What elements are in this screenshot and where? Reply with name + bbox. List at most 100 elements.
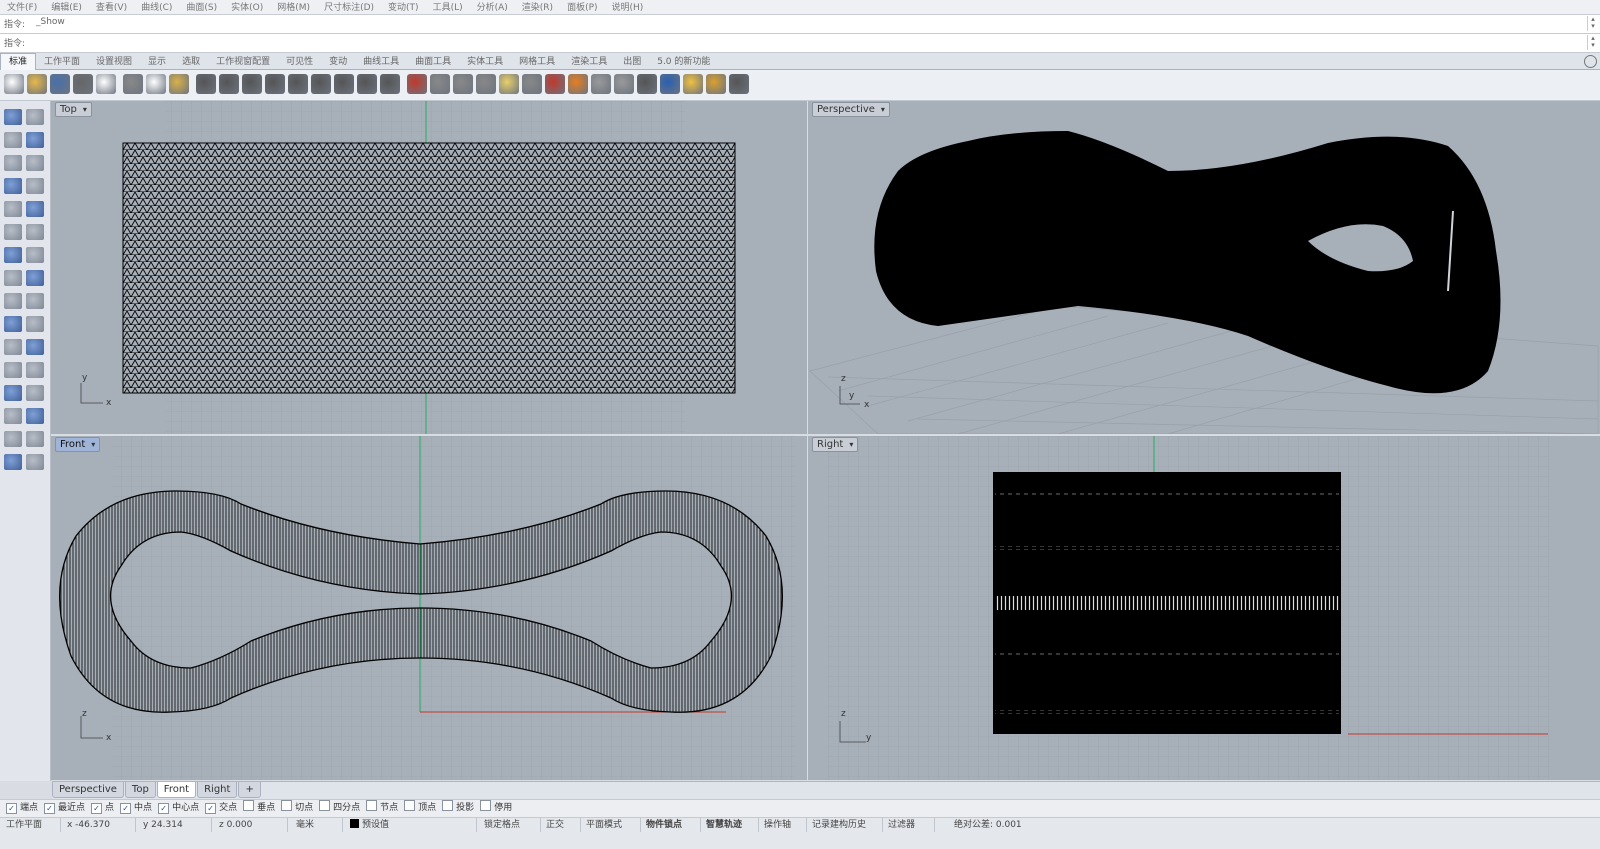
mesh-icon[interactable] bbox=[4, 385, 22, 401]
menu-item-10[interactable]: 分析(A) bbox=[470, 1, 515, 15]
zoom-selected-icon[interactable] bbox=[334, 74, 354, 94]
viewport-perspective[interactable]: Perspective ▾ z y x bbox=[808, 101, 1600, 434]
osnap-item[interactable]: 投影 bbox=[442, 800, 474, 817]
viewport-title-right[interactable]: Right ▾ bbox=[812, 437, 859, 452]
polyline-icon[interactable] bbox=[4, 132, 22, 148]
units-label[interactable]: 毫米 bbox=[290, 818, 343, 832]
arc-icon[interactable] bbox=[4, 178, 22, 194]
rotate-icon[interactable] bbox=[4, 339, 22, 355]
pan-hand-icon[interactable] bbox=[219, 74, 239, 94]
status-toggle[interactable]: 锁定格点 bbox=[478, 818, 541, 832]
chevron-down-icon[interactable]: ▾ bbox=[849, 438, 853, 451]
import-icon[interactable] bbox=[96, 74, 116, 94]
toolbar-settings-icon[interactable] bbox=[1584, 55, 1597, 68]
viewport-title-perspective[interactable]: Perspective ▾ bbox=[812, 102, 890, 117]
group-icon[interactable] bbox=[4, 316, 22, 332]
select-icon[interactable] bbox=[4, 109, 22, 125]
scale-icon[interactable] bbox=[26, 339, 44, 355]
menu-item-6[interactable]: 网格(M) bbox=[270, 1, 317, 15]
osnap-checkbox[interactable] bbox=[442, 800, 454, 811]
command-scroll-button[interactable]: ▴ ▾ bbox=[1587, 35, 1598, 50]
viewport-top[interactable]: Top ▾ y x bbox=[51, 101, 807, 434]
menu-item-4[interactable]: 曲面(S) bbox=[179, 1, 224, 15]
gear-icon[interactable] bbox=[683, 74, 703, 94]
cut-icon[interactable] bbox=[123, 74, 143, 94]
osnap-item[interactable]: ✓ 中心点 bbox=[158, 800, 199, 817]
toolbar-tab-14[interactable]: 5.0 的新功能 bbox=[649, 54, 718, 70]
viewport-tab-right[interactable]: Right bbox=[197, 782, 238, 798]
viewport-title-front[interactable]: Front ▾ bbox=[55, 437, 101, 452]
osnap-checkbox[interactable]: ✓ bbox=[205, 803, 217, 814]
osnap-checkbox[interactable] bbox=[243, 800, 255, 811]
chevron-down-icon[interactable]: ▾ bbox=[881, 103, 885, 116]
render-icon[interactable] bbox=[4, 454, 22, 470]
menu-item-11[interactable]: 渲染(R) bbox=[515, 1, 560, 15]
menu-item-8[interactable]: 变动(T) bbox=[381, 1, 426, 15]
osnap-checkbox[interactable]: ✓ bbox=[120, 803, 132, 814]
rotate-view-icon[interactable] bbox=[357, 74, 377, 94]
osnap-item[interactable]: 顶点 bbox=[404, 800, 436, 817]
history-scroll-button[interactable]: ▴ ▾ bbox=[1587, 16, 1598, 31]
circle-icon[interactable] bbox=[4, 155, 22, 171]
chevron-down-icon[interactable]: ▾ bbox=[83, 103, 87, 116]
status-toggle[interactable]: 操作轴 bbox=[758, 818, 807, 832]
toolbar-tab-12[interactable]: 渲染工具 bbox=[563, 54, 615, 70]
toolbar-tab-5[interactable]: 工作视窗配置 bbox=[208, 54, 278, 70]
split-icon[interactable] bbox=[26, 270, 44, 286]
select-icon[interactable] bbox=[476, 74, 496, 94]
check-icon[interactable] bbox=[26, 431, 44, 447]
light-bulb-icon[interactable] bbox=[499, 74, 519, 94]
color-wheel-icon[interactable] bbox=[568, 74, 588, 94]
osnap-checkbox[interactable] bbox=[366, 800, 378, 811]
new-file-icon[interactable] bbox=[4, 74, 24, 94]
toolbar-tab-11[interactable]: 网格工具 bbox=[511, 54, 563, 70]
open-icon[interactable] bbox=[27, 74, 47, 94]
toolbar-tab-0[interactable]: 标准 bbox=[0, 53, 37, 70]
osnap-item[interactable]: ✓ 端点 bbox=[6, 800, 38, 817]
toolbar-tab-10[interactable]: 实体工具 bbox=[459, 54, 511, 70]
layer-selector[interactable]: 预设值 bbox=[344, 818, 477, 832]
move-icon[interactable] bbox=[26, 316, 44, 332]
osnap-checkbox[interactable] bbox=[281, 800, 293, 811]
osnap-checkbox[interactable]: ✓ bbox=[91, 803, 103, 814]
cplane-label[interactable]: 工作平面 bbox=[0, 818, 61, 832]
viewport-title-top[interactable]: Top ▾ bbox=[55, 102, 92, 117]
status-toggle[interactable]: 物件锁点 bbox=[640, 818, 701, 832]
menu-item-5[interactable]: 实体(O) bbox=[224, 1, 270, 15]
status-toggle[interactable]: 智慧轨迹 bbox=[700, 818, 759, 832]
options-icon[interactable] bbox=[706, 74, 726, 94]
grid-icon[interactable] bbox=[4, 431, 22, 447]
flag-icon[interactable] bbox=[660, 74, 680, 94]
toolbar-tab-8[interactable]: 曲线工具 bbox=[355, 54, 407, 70]
help-icon[interactable] bbox=[729, 74, 749, 94]
camera-icon[interactable] bbox=[453, 74, 473, 94]
car-icon[interactable] bbox=[407, 74, 427, 94]
osnap-checkbox[interactable]: ✓ bbox=[44, 803, 56, 814]
zoom-extents-icon[interactable] bbox=[311, 74, 331, 94]
text-icon[interactable] bbox=[4, 408, 22, 424]
menu-item-12[interactable]: 面板(P) bbox=[560, 1, 604, 15]
toolbar-tab-3[interactable]: 显示 bbox=[140, 54, 174, 70]
menu-item-7[interactable]: 尺寸标注(D) bbox=[317, 1, 381, 15]
toolbar-tab-9[interactable]: 曲面工具 bbox=[407, 54, 459, 70]
shade-icon[interactable] bbox=[591, 74, 611, 94]
viewport-tab-top[interactable]: Top bbox=[124, 782, 156, 798]
zoom-window-icon[interactable] bbox=[288, 74, 308, 94]
status-toggle[interactable]: 过滤器 bbox=[882, 818, 935, 832]
fillet-icon[interactable] bbox=[26, 201, 44, 217]
pan-arrows-icon[interactable] bbox=[242, 74, 262, 94]
status-toggle[interactable]: 平面模式 bbox=[580, 818, 641, 832]
menu-item-13[interactable]: 说明(H) bbox=[605, 1, 651, 15]
ellipse-icon[interactable] bbox=[26, 155, 44, 171]
polygon-icon[interactable] bbox=[26, 178, 44, 194]
menu-item-2[interactable]: 查看(V) bbox=[89, 1, 134, 15]
osnap-item[interactable]: ✓ 中点 bbox=[120, 800, 152, 817]
status-toggle[interactable]: 正交 bbox=[540, 818, 581, 832]
paste-icon[interactable] bbox=[169, 74, 189, 94]
toolbar-tab-13[interactable]: 出图 bbox=[615, 54, 649, 70]
four-views-icon[interactable] bbox=[380, 74, 400, 94]
surface-icon[interactable] bbox=[4, 224, 22, 240]
osnap-checkbox[interactable] bbox=[480, 800, 492, 811]
osnap-item[interactable]: 四分点 bbox=[319, 800, 360, 817]
osnap-checkbox[interactable] bbox=[319, 800, 331, 811]
